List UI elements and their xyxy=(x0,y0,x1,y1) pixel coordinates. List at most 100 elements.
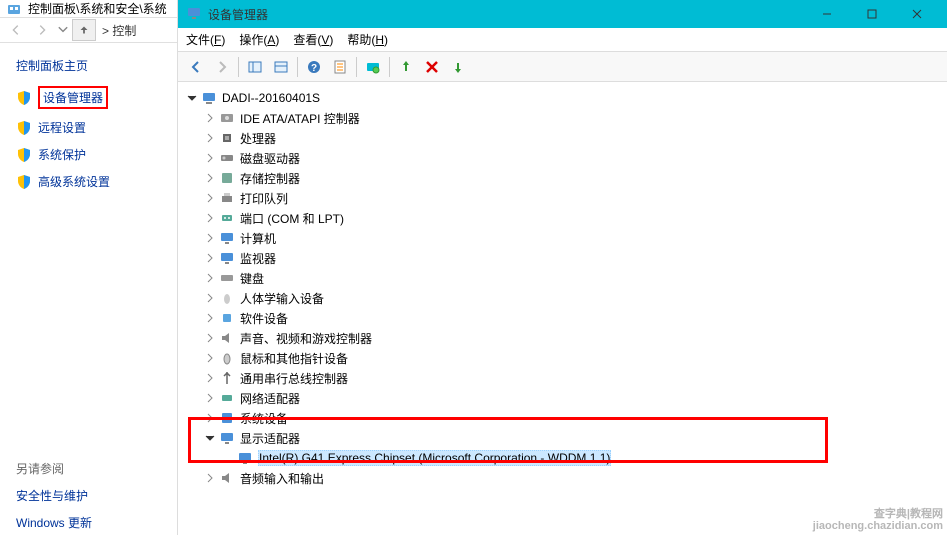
mouse-icon xyxy=(219,350,235,366)
sidebar-item-label: 设备管理器 xyxy=(38,86,108,109)
close-button[interactable] xyxy=(894,0,939,28)
device-manager-icon xyxy=(186,5,202,24)
category-label: 网络适配器 xyxy=(240,390,300,407)
sidebar-heading[interactable]: 控制面板主页 xyxy=(16,57,177,74)
forward-button[interactable] xyxy=(30,18,54,42)
control-panel-icon xyxy=(6,1,22,17)
expand-toggle[interactable] xyxy=(204,112,216,124)
see-also-link-1[interactable]: Windows 更新 xyxy=(16,514,177,531)
device-manager-titlebar[interactable]: 设备管理器 xyxy=(178,0,947,28)
tree-root[interactable]: DADI--20160401S xyxy=(186,88,947,108)
tree-device-16-0[interactable]: Intel(R) G41 Express Chipset (Microsoft … xyxy=(222,448,947,468)
expand-toggle[interactable] xyxy=(204,132,216,144)
expand-toggle[interactable] xyxy=(204,212,216,224)
minimize-button[interactable] xyxy=(804,0,849,28)
category-label: 监视器 xyxy=(240,250,276,267)
tree-category-10[interactable]: 软件设备 xyxy=(204,308,947,328)
expand-toggle[interactable] xyxy=(204,472,216,484)
expand-toggle[interactable] xyxy=(204,312,216,324)
sidebar-item-0[interactable]: 设备管理器 xyxy=(16,86,177,109)
maximize-button[interactable] xyxy=(849,0,894,28)
tree-category-3[interactable]: 存储控制器 xyxy=(204,168,947,188)
expand-toggle[interactable] xyxy=(204,392,216,404)
up-button[interactable] xyxy=(72,19,96,41)
tree-category-9[interactable]: 人体学输入设备 xyxy=(204,288,947,308)
update-driver-button[interactable] xyxy=(446,55,470,79)
history-button[interactable] xyxy=(56,18,70,42)
disk-icon xyxy=(219,110,235,126)
expand-toggle[interactable] xyxy=(204,272,216,284)
tree-category-12[interactable]: 鼠标和其他指针设备 xyxy=(204,348,947,368)
tree-category-13[interactable]: 通用串行总线控制器 xyxy=(204,368,947,388)
tree-category-2[interactable]: 磁盘驱动器 xyxy=(204,148,947,168)
scan-hardware-button[interactable] xyxy=(361,55,385,79)
computer-icon xyxy=(201,90,217,106)
system-icon xyxy=(219,410,235,426)
expand-toggle[interactable] xyxy=(204,412,216,424)
tree-category-5[interactable]: 端口 (COM 和 LPT) xyxy=(204,208,947,228)
expand-toggle[interactable] xyxy=(204,372,216,384)
expand-toggle[interactable] xyxy=(204,292,216,304)
device-manager-title: 设备管理器 xyxy=(208,6,268,23)
expand-toggle[interactable] xyxy=(204,232,216,244)
expand-toggle[interactable] xyxy=(204,252,216,264)
tree-category-14[interactable]: 网络适配器 xyxy=(204,388,947,408)
control-panel-title: 控制面板\系统和安全\系统 xyxy=(28,0,167,17)
back-button[interactable] xyxy=(4,18,28,42)
tree-category-17[interactable]: 音频输入和输出 xyxy=(204,468,947,488)
category-label: 软件设备 xyxy=(240,310,288,327)
tree-category-4[interactable]: 打印队列 xyxy=(204,188,947,208)
see-also-link-0[interactable]: 安全性与维护 xyxy=(16,487,177,504)
collapse-toggle[interactable] xyxy=(186,92,198,104)
back-nav-button[interactable] xyxy=(184,55,208,79)
tree-category-8[interactable]: 键盘 xyxy=(204,268,947,288)
category-label: 键盘 xyxy=(240,270,264,287)
tree-category-15[interactable]: 系统设备 xyxy=(204,408,947,428)
expand-toggle[interactable] xyxy=(204,332,216,344)
toolbar-btn-2[interactable] xyxy=(269,55,293,79)
disable-device-button[interactable] xyxy=(420,55,444,79)
tree-category-16[interactable]: 显示适配器 xyxy=(204,428,947,448)
expand-toggle[interactable] xyxy=(204,172,216,184)
sidebar-item-label: 远程设置 xyxy=(38,119,86,136)
properties-button[interactable] xyxy=(328,55,352,79)
see-also-section: 另请参阅 安全性与维护Windows 更新 xyxy=(0,460,177,541)
tree-category-7[interactable]: 监视器 xyxy=(204,248,947,268)
help-button[interactable]: ? xyxy=(302,55,326,79)
tree-category-1[interactable]: 处理器 xyxy=(204,128,947,148)
category-label: 人体学输入设备 xyxy=(240,290,324,307)
enable-device-button[interactable] xyxy=(394,55,418,79)
window-controls xyxy=(804,0,939,28)
tree-category-6[interactable]: 计算机 xyxy=(204,228,947,248)
usb-icon xyxy=(219,370,235,386)
tree-category-0[interactable]: IDE ATA/ATAPI 控制器 xyxy=(204,108,947,128)
watermark: 查字典|教程网 jiaocheng.chazidian.com xyxy=(813,508,943,532)
menu-a[interactable]: 操作(A) xyxy=(239,31,279,48)
hdd-icon xyxy=(219,150,235,166)
display-icon xyxy=(219,430,235,446)
expand-toggle[interactable] xyxy=(204,352,216,364)
tree-category-11[interactable]: 声音、视频和游戏控制器 xyxy=(204,328,947,348)
cpu-icon xyxy=(219,130,235,146)
toolbar-btn-1[interactable] xyxy=(243,55,267,79)
breadcrumb[interactable]: > 控制 xyxy=(102,22,136,39)
hid-icon xyxy=(219,290,235,306)
category-label: 处理器 xyxy=(240,130,276,147)
category-label: IDE ATA/ATAPI 控制器 xyxy=(240,110,360,127)
control-panel-sidebar: 控制面板\系统和安全\系统 > 控制 控制面板主页 设备管理器远程设置系统保护高… xyxy=(0,0,178,535)
device-tree[interactable]: DADI--20160401S IDE ATA/ATAPI 控制器处理器磁盘驱动器… xyxy=(178,82,947,535)
category-label: 通用串行总线控制器 xyxy=(240,370,348,387)
menu-h[interactable]: 帮助(H) xyxy=(347,31,388,48)
menu-f[interactable]: 文件(F) xyxy=(186,31,225,48)
forward-nav-button[interactable] xyxy=(210,55,234,79)
menu-v[interactable]: 查看(V) xyxy=(293,31,333,48)
sidebar-item-1[interactable]: 远程设置 xyxy=(16,119,177,136)
sidebar-item-3[interactable]: 高级系统设置 xyxy=(16,173,177,190)
category-label: 磁盘驱动器 xyxy=(240,150,300,167)
sidebar-item-2[interactable]: 系统保护 xyxy=(16,146,177,163)
expand-toggle[interactable] xyxy=(204,432,216,444)
category-label: 计算机 xyxy=(240,230,276,247)
expand-toggle[interactable] xyxy=(204,152,216,164)
expand-toggle[interactable] xyxy=(204,192,216,204)
sound-icon xyxy=(219,330,235,346)
